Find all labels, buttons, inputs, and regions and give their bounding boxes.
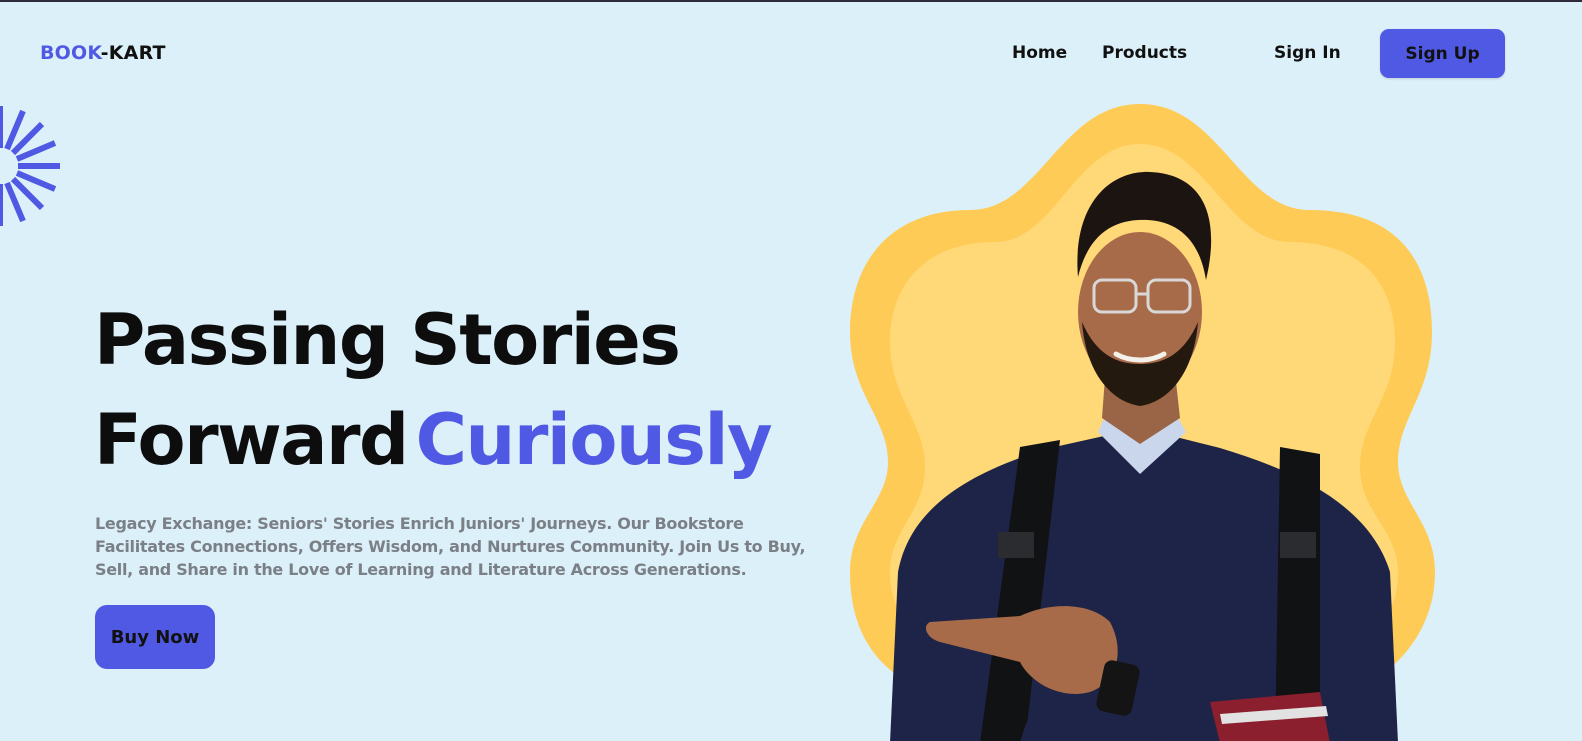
hero-description: Legacy Exchange: Seniors' Stories Enrich… — [95, 514, 806, 579]
brand-logo-part1: BOOK — [40, 42, 101, 64]
nav-products-link[interactable]: Products — [1102, 43, 1187, 63]
brand-logo[interactable]: BOOK-KART — [40, 42, 166, 64]
hero-title-forward: Forward — [94, 399, 409, 481]
nav-signin-link[interactable]: Sign In — [1274, 43, 1341, 63]
starburst-icon — [0, 106, 60, 226]
hero-title: Passing Stories Forward Curiously — [94, 290, 773, 490]
hero-title-line2: Forward Curiously — [94, 390, 773, 490]
brand-logo-part2: -KART — [100, 42, 166, 64]
buy-now-button[interactable]: Buy Now — [95, 605, 215, 669]
hero-title-line1: Passing Stories — [94, 299, 681, 381]
signup-button[interactable]: Sign Up — [1380, 29, 1505, 78]
nav-home-link[interactable]: Home — [1012, 43, 1067, 63]
hero-image — [850, 104, 1435, 741]
hero-title-accent: Curiously — [415, 399, 773, 481]
